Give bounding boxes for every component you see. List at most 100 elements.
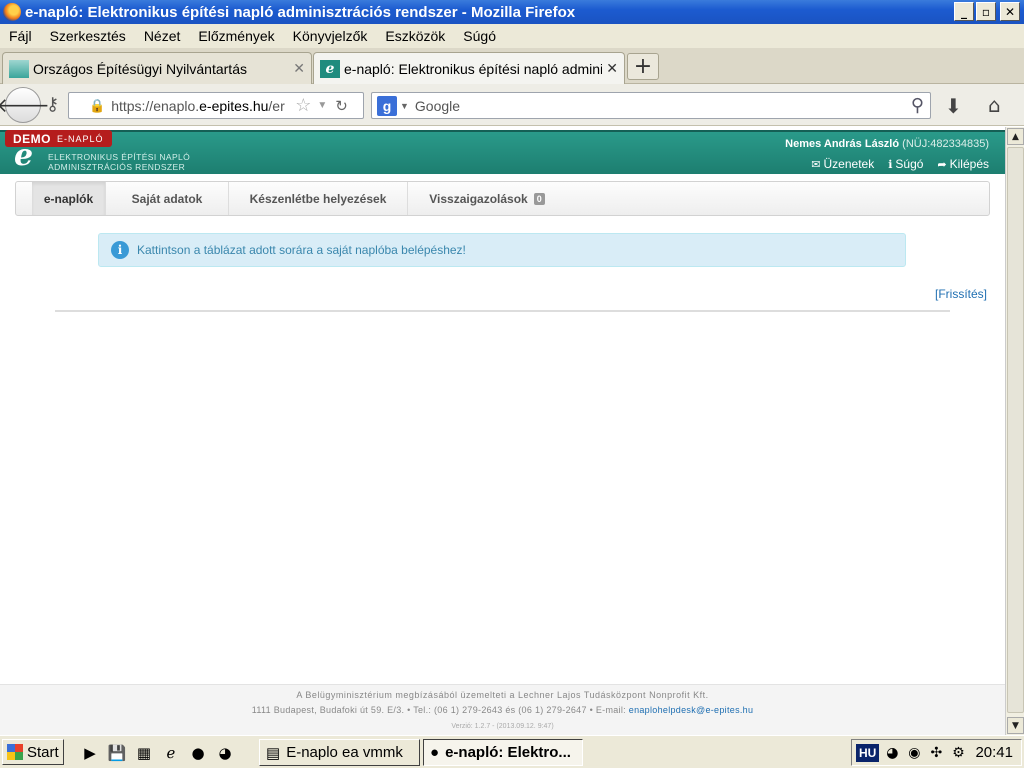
close-window-button[interactable]: ✕ xyxy=(1000,2,1020,21)
menu-view[interactable]: Nézet xyxy=(135,28,190,44)
scroll-thumb[interactable] xyxy=(1007,147,1024,713)
refresh-link[interactable]: [Frissítés] xyxy=(935,287,987,301)
clock: 20:41 xyxy=(975,744,1013,761)
google-icon[interactable]: g xyxy=(377,95,397,116)
taskbar: Start ▶ 💾 ▦ ℯ ● ◕ ▤ E-naplo ea vmmk ● e-… xyxy=(0,735,1024,768)
info-message: Kattintson a táblázat adott sorára a saj… xyxy=(137,243,466,257)
envelope-icon: ✉ xyxy=(811,158,821,171)
search-engine-dropdown-icon[interactable]: ▼ xyxy=(400,101,409,111)
page-footer: A Belügyminisztérium megbízásából üzemel… xyxy=(0,684,1005,735)
menu-help[interactable]: Súgó xyxy=(454,28,505,44)
page-content: DEMO E-NAPLÓ e ELEKTRONIKUS ÉPÍTÉSI NAPL… xyxy=(0,127,1005,735)
menu-bookmarks[interactable]: Könyvjelzők xyxy=(284,28,377,44)
home-icon[interactable]: ⌂ xyxy=(988,93,1001,117)
messages-link[interactable]: ✉ Üzenetek xyxy=(811,157,874,171)
header-links: ✉ Üzenetek ℹ Súgó ➦ Kilépés xyxy=(811,157,989,171)
menu-bar: Fájl Szerkesztés Nézet Előzmények Könyvj… xyxy=(0,24,1024,48)
panda-tray-icon[interactable]: ◕ xyxy=(883,745,901,761)
scroll-down-icon[interactable]: ▼ xyxy=(1007,717,1024,734)
logo-line-2: ADMINISZTRÁCIÓS RENDSZER xyxy=(48,162,186,172)
back-arrow-icon: 🡐 xyxy=(0,93,50,117)
logout-link[interactable]: ➦ Kilépés xyxy=(937,157,989,171)
menu-history[interactable]: Előzmények xyxy=(189,28,283,44)
bookmark-star-icon[interactable]: ☆ xyxy=(295,95,311,116)
enaplo-favicon-icon: e xyxy=(320,59,340,78)
helpdesk-email-link[interactable]: enaplohelpdesk@e-epites.hu xyxy=(629,705,754,715)
scroll-up-icon[interactable]: ▲ xyxy=(1007,128,1024,145)
footer-version: Verzió: 1.2.7 - (2013.09.12. 9:47) xyxy=(451,723,554,730)
tab-visszaigazolasok-label: Visszaigazolások xyxy=(429,191,528,206)
security-icon[interactable]: ⚙ xyxy=(949,745,967,761)
tab-e-naplok[interactable]: e-naplók xyxy=(32,182,106,215)
info-circle-icon: i xyxy=(111,241,129,259)
search-icon[interactable]: ⚲ xyxy=(911,95,924,116)
maximize-button[interactable]: ▫ xyxy=(976,2,996,21)
user-name: Nemes András László xyxy=(785,138,900,150)
search-bar[interactable]: g ▼ Google ⚲ xyxy=(371,92,931,119)
task-label: e-napló: Elektro... xyxy=(445,744,571,761)
download-icon[interactable]: ⬇ xyxy=(945,94,962,118)
menu-file[interactable]: Fájl xyxy=(0,28,41,44)
footer-operator: A Belügyminisztérium megbízásából üzemel… xyxy=(296,690,709,700)
menu-tools[interactable]: Eszközök xyxy=(376,28,454,44)
network-icon[interactable]: ✣ xyxy=(927,745,945,761)
lock-icon: 🔒 xyxy=(89,97,106,113)
language-indicator[interactable]: HU xyxy=(856,743,880,762)
internet-explorer-icon[interactable]: ℯ xyxy=(161,743,181,763)
footer-address: 1111 Budapest, Budafoki út 59. E/3. • Te… xyxy=(251,705,626,715)
firefox-task-icon: ● xyxy=(430,744,440,761)
count-badge: 0 xyxy=(533,192,545,205)
start-label: Start xyxy=(27,743,59,761)
firefox-icon xyxy=(3,3,21,21)
start-button[interactable]: Start xyxy=(2,739,64,765)
help-label: Súgó xyxy=(895,157,924,171)
logo-line-1: ELEKTRONIKUS ÉPÍTÉSI NAPLÓ xyxy=(48,152,191,162)
minimize-button[interactable]: _ xyxy=(954,2,974,21)
tab-visszaigazolasok[interactable]: Visszaigazolások 0 xyxy=(408,182,566,215)
reload-icon[interactable]: ↻ xyxy=(335,97,348,115)
tab-enaplo[interactable]: e e-napló: Elektronikus építési napló ad… xyxy=(313,52,625,84)
panda-icon[interactable]: ◕ xyxy=(215,743,235,763)
logout-label: Kilépés xyxy=(949,157,989,171)
tab-sajat-adatok[interactable]: Saját adatok xyxy=(106,182,229,215)
url-text: https://enaplo.e-epites.hu/er xyxy=(111,97,285,114)
tab-close-icon[interactable]: ✕ xyxy=(293,60,305,77)
tab-keszenletbe-helyezesek[interactable]: Készenlétbe helyezések xyxy=(229,182,408,215)
app-header: DEMO E-NAPLÓ e ELEKTRONIKUS ÉPÍTÉSI NAPL… xyxy=(0,130,1005,174)
window-titlebar[interactable]: e-napló: Elektronikus építési napló admi… xyxy=(0,0,1024,24)
table-divider xyxy=(55,310,950,312)
back-button[interactable]: 🡐 xyxy=(0,87,50,123)
document-icon: ▤ xyxy=(266,744,281,762)
oeny-favicon-icon xyxy=(9,59,29,78)
save-disk-icon[interactable]: 💾 xyxy=(107,743,127,763)
windows-logo-icon xyxy=(7,744,23,760)
new-tab-button[interactable]: + xyxy=(627,53,659,80)
info-alert: i Kattintson a táblázat adott sorára a s… xyxy=(98,233,906,267)
volume-icon[interactable]: ◉ xyxy=(905,745,923,761)
footer-contact: 1111 Budapest, Budafoki út 59. E/3. • Te… xyxy=(0,705,1005,715)
user-id: (NÜJ:482334835) xyxy=(902,138,989,150)
vertical-scrollbar[interactable]: ▲ ▼ xyxy=(1005,127,1024,735)
demo-sub-label: E-NAPLÓ xyxy=(57,133,104,144)
window-controls: _ ▫ ✕ xyxy=(954,2,1020,21)
calculator-icon[interactable]: ▦ xyxy=(134,743,154,763)
share-arrow-icon: ➦ xyxy=(937,158,947,171)
media-player-icon[interactable]: ▶ xyxy=(80,743,100,763)
tab-close-icon[interactable]: ✕ xyxy=(606,60,618,77)
tab-oeny[interactable]: Országos Építésügyi Nyilvántartás ✕ xyxy=(2,52,312,84)
url-dropdown-icon[interactable]: ▼ xyxy=(317,100,327,111)
logo-text: ELEKTRONIKUS ÉPÍTÉSI NAPLÓ ADMINISZTRÁCI… xyxy=(48,152,190,172)
url-bar[interactable]: 🔒 https://enaplo.e-epites.hu/er ☆ ▼ ↻ xyxy=(68,92,364,119)
task-enaplo-doc[interactable]: ▤ E-naplo ea vmmk xyxy=(259,739,420,766)
firefox-quicklaunch-icon[interactable]: ● xyxy=(188,743,208,763)
menu-edit[interactable]: Szerkesztés xyxy=(41,28,135,44)
search-input[interactable]: Google xyxy=(415,98,911,114)
info-icon: ℹ xyxy=(888,158,893,171)
tab-label: e-napló: Elektronikus építési napló admi… xyxy=(344,60,603,77)
messages-label: Üzenetek xyxy=(823,157,875,171)
help-link[interactable]: ℹ Súgó xyxy=(888,157,923,171)
key-icon[interactable]: ⚷ xyxy=(46,94,59,115)
enaplo-logo-icon[interactable]: e xyxy=(14,141,33,171)
system-tray: HU ◕ ◉ ✣ ⚙ 20:41 xyxy=(851,739,1022,766)
task-firefox[interactable]: ● e-napló: Elektro... xyxy=(423,739,583,766)
